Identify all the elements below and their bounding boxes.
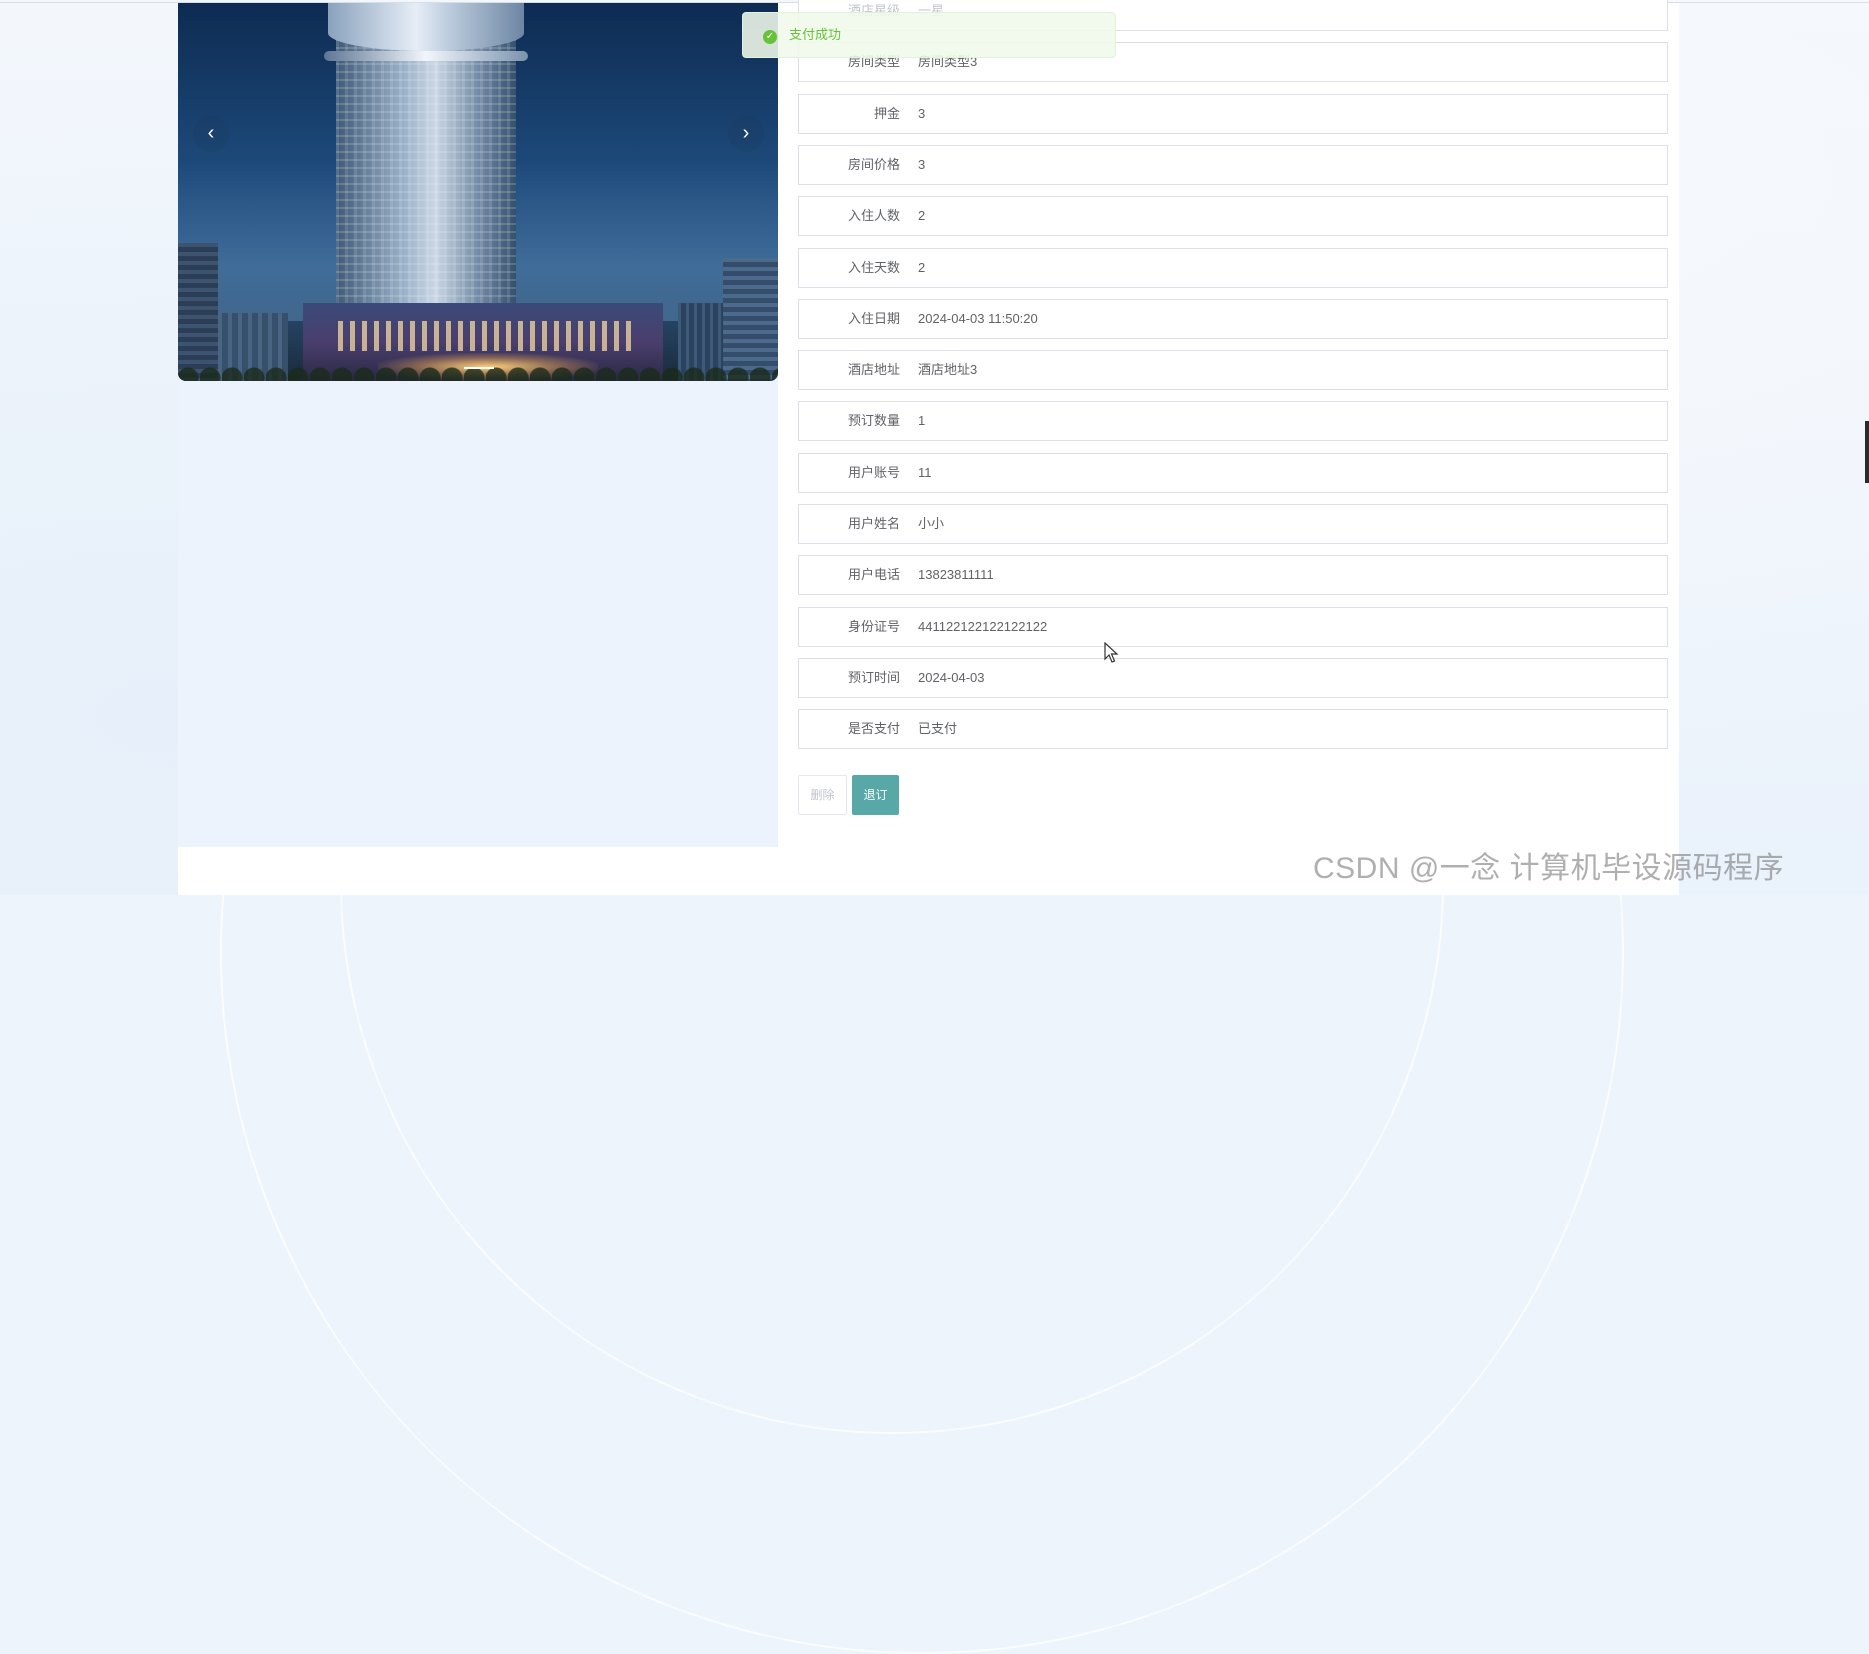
- delete-button[interactable]: 删除: [798, 775, 847, 815]
- detail-value: 2: [918, 208, 926, 223]
- detail-row: 入住天数 2: [798, 248, 1668, 288]
- detail-row: 预订数量 1: [798, 401, 1668, 441]
- detail-value: 1: [918, 413, 926, 428]
- detail-label: 酒店地址: [847, 362, 900, 377]
- detail-row: 酒店地址 酒店地址3: [798, 350, 1668, 390]
- hotel-image-carousel[interactable]: ‹ ›: [178, 3, 778, 381]
- detail-row: 是否支付 已支付: [798, 709, 1668, 749]
- detail-value: 酒店地址3: [918, 362, 978, 377]
- detail-label: 入住天数: [847, 260, 900, 275]
- detail-label: 预订数量: [847, 413, 900, 428]
- detail-row: 用户电话 13823811111: [798, 555, 1668, 595]
- left-panel: ‹ ›: [178, 3, 778, 847]
- check-circle-icon: ✓: [763, 30, 777, 44]
- detail-value: 3: [918, 106, 926, 121]
- detail-value: 2024-04-03: [918, 670, 985, 685]
- detail-value: 2024-04-03 11:50:20: [918, 311, 1038, 326]
- mouse-cursor-icon: [1104, 642, 1119, 663]
- detail-value: 2: [918, 260, 926, 275]
- cancel-booking-button[interactable]: 退订: [852, 775, 899, 815]
- hotel-tower-ring: [324, 51, 528, 61]
- detail-label: 身份证号: [847, 619, 900, 634]
- detail-value: 已支付: [918, 721, 958, 736]
- detail-value: 3: [918, 157, 926, 172]
- detail-page: ‹ ›: [178, 3, 1679, 895]
- detail-row: 用户姓名 小小: [798, 504, 1668, 544]
- chevron-right-icon: ›: [742, 122, 750, 144]
- detail-value: 11: [918, 465, 932, 480]
- detail-label: 房间价格: [847, 157, 900, 172]
- detail-label: 用户电话: [847, 567, 900, 582]
- detail-label: 入住日期: [847, 311, 900, 326]
- chevron-left-icon: ‹: [207, 122, 215, 144]
- carousel-indicator-active[interactable]: [464, 367, 494, 369]
- detail-label: 用户账号: [847, 465, 900, 480]
- detail-value: 13823811111: [918, 567, 994, 582]
- detail-label: 预订时间: [847, 670, 900, 685]
- toast-message: 支付成功: [789, 27, 842, 42]
- detail-row: 入住日期 2024-04-03 11:50:20: [798, 299, 1668, 339]
- carousel-prev-button[interactable]: ‹: [193, 116, 229, 152]
- detail-row: 入住人数 2: [798, 196, 1668, 236]
- detail-value: 小小: [918, 516, 945, 531]
- tree-line: [178, 358, 778, 381]
- carousel-next-button[interactable]: ›: [728, 116, 764, 152]
- detail-row: 用户账号 11: [798, 453, 1668, 493]
- watermark: CSDN @一念 计算机毕设源码程序: [1313, 852, 1785, 885]
- detail-row: 预订时间 2024-04-03: [798, 658, 1668, 698]
- detail-label: 押金: [873, 106, 900, 121]
- detail-row: 押金 3: [798, 94, 1668, 134]
- success-toast: ✓ 支付成功: [742, 12, 1116, 58]
- detail-label: 用户姓名: [847, 516, 900, 531]
- podium-lights: [338, 321, 638, 351]
- detail-label: 是否支付: [847, 721, 900, 736]
- detail-label: 入住人数: [847, 208, 900, 223]
- detail-value: 441122122122122122: [918, 619, 1048, 634]
- hotel-tower-crown: [328, 3, 524, 51]
- detail-row: 身份证号 441122122122122122: [798, 607, 1668, 647]
- scrollbar-thumb[interactable]: [1865, 421, 1869, 483]
- detail-row: 房间价格 3: [798, 145, 1668, 185]
